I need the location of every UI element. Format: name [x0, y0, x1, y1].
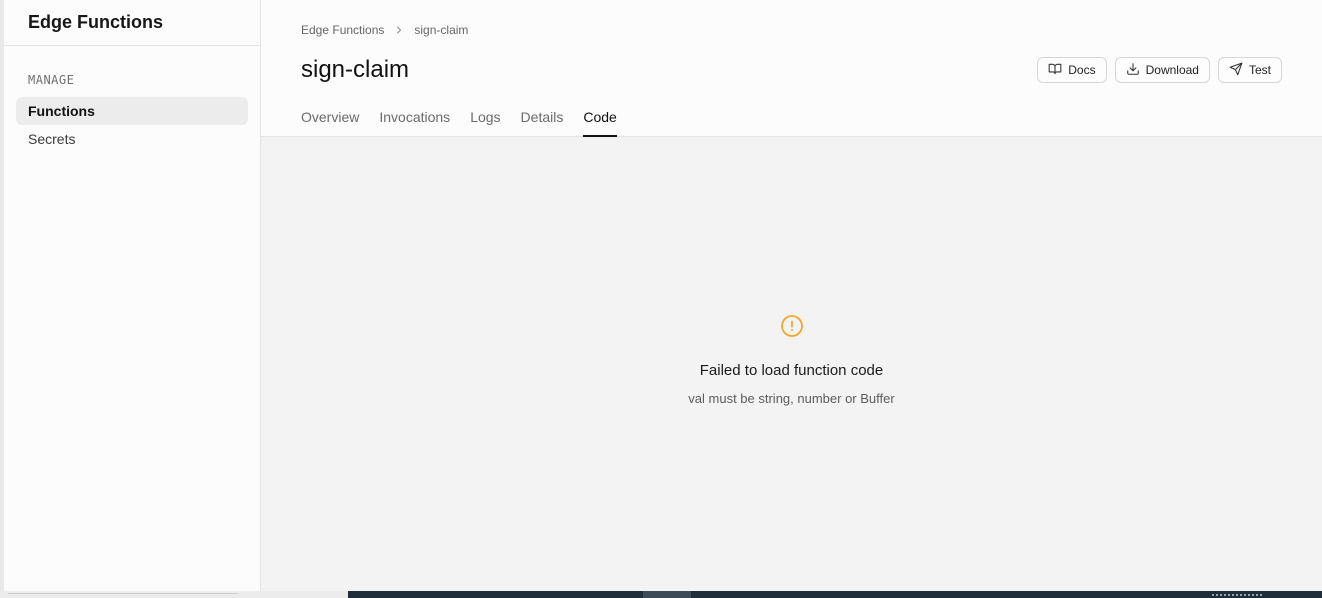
test-button[interactable]: Test	[1217, 57, 1282, 83]
os-taskbar	[0, 591, 1322, 598]
page-header: Edge Functions sign-claim sign-claim Doc…	[261, 0, 1322, 137]
code-panel: Failed to load function code val must be…	[261, 137, 1322, 591]
download-icon	[1126, 62, 1140, 79]
send-icon	[1229, 62, 1243, 79]
chevron-right-icon	[392, 23, 406, 37]
taskbar-clock	[1212, 594, 1262, 598]
sidebar-item-secrets[interactable]: Secrets	[16, 125, 248, 153]
error-title: Failed to load function code	[699, 362, 884, 379]
download-button[interactable]: Download	[1114, 57, 1210, 83]
docs-button-label: Docs	[1068, 63, 1096, 77]
sidebar-item-functions[interactable]: Functions	[16, 97, 248, 125]
breadcrumb: Edge Functions sign-claim	[301, 23, 468, 37]
alert-circle-icon	[780, 314, 804, 338]
test-button-label: Test	[1248, 63, 1271, 77]
book-open-icon	[1048, 62, 1062, 79]
tab-invocations[interactable]: Invocations	[379, 109, 450, 137]
breadcrumb-root-link[interactable]: Edge Functions	[301, 23, 384, 37]
taskbar-app-thumb[interactable]	[643, 591, 691, 598]
tab-logs[interactable]: Logs	[470, 109, 500, 137]
tab-overview[interactable]: Overview	[301, 109, 359, 137]
taskbar-search-area[interactable]	[0, 591, 348, 598]
docs-button[interactable]: Docs	[1037, 57, 1107, 83]
download-button-label: Download	[1145, 63, 1199, 77]
page-title: sign-claim	[301, 56, 410, 83]
header-actions: Docs Download Test	[1037, 57, 1282, 83]
app-root: Edge Functions MANAGE Functions Secrets …	[0, 0, 1322, 598]
breadcrumb-current: sign-claim	[414, 23, 469, 37]
sidebar: Edge Functions MANAGE Functions Secrets	[0, 0, 261, 591]
tab-bar: Overview Invocations Logs Details Code	[301, 109, 618, 137]
tab-details[interactable]: Details	[521, 109, 564, 137]
error-state: Failed to load function code val must be…	[261, 314, 1322, 406]
sidebar-nav: Functions Secrets	[16, 97, 248, 153]
tab-code[interactable]: Code	[583, 109, 618, 137]
error-message: val must be string, number or Buffer	[688, 391, 895, 406]
sidebar-title: Edge Functions	[4, 0, 260, 46]
sidebar-section-label: MANAGE	[28, 73, 75, 87]
